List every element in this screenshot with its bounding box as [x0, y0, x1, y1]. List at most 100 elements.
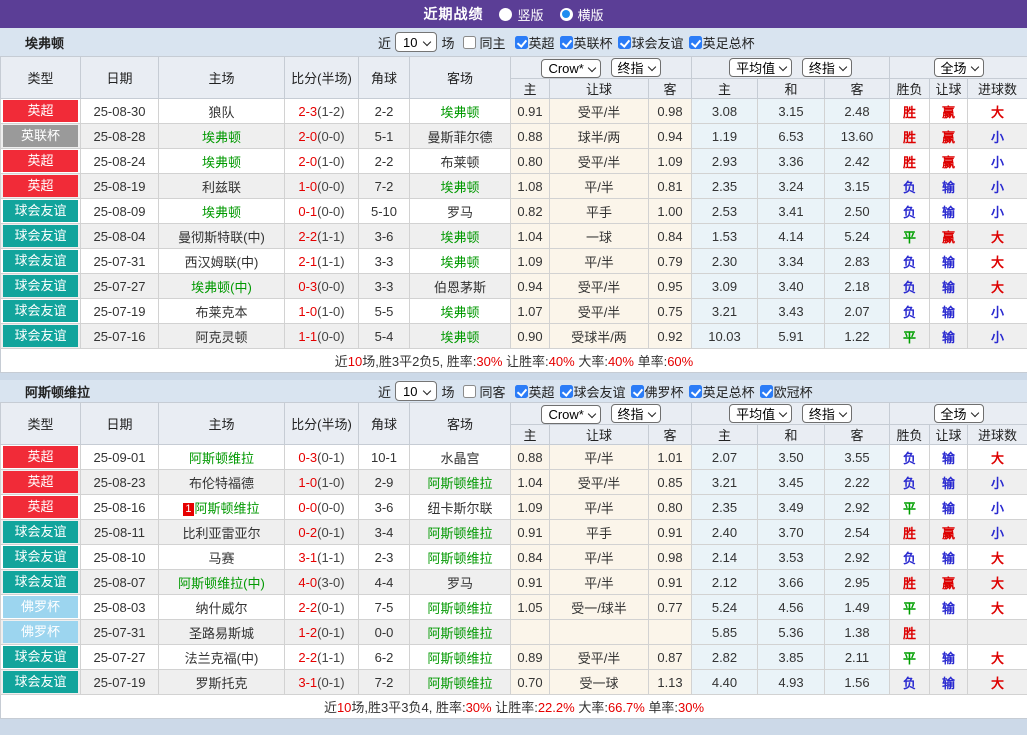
- average-select[interactable]: 平均值: [729, 404, 793, 423]
- filter-controls: 近 10 场 同客 英超 球会友谊 佛罗杯 英足总杯 欧冠杯: [378, 380, 813, 402]
- handicap-odds-type-select[interactable]: 终指: [610, 57, 661, 77]
- subcol-handicap-line: 让球: [549, 424, 649, 445]
- away-team-name: 罗马: [446, 575, 473, 591]
- fulltime-score: 2-0: [298, 128, 318, 144]
- halftime-score: (1-0): [317, 303, 345, 319]
- competition-checkbox[interactable]: [559, 384, 573, 398]
- handicap-away-odds: 0.95: [648, 273, 692, 299]
- competition-checkbox[interactable]: [630, 384, 644, 398]
- subcol-handicap-away: 客: [648, 424, 692, 445]
- result-wdl: 负: [889, 298, 930, 324]
- euro-odds-type-select[interactable]: 终指: [801, 58, 852, 77]
- date-cell: 25-08-04: [80, 223, 159, 249]
- type-cell: 英联杯: [0, 123, 81, 149]
- same-venue-checkbox[interactable]: [462, 384, 476, 398]
- home-team-cell: 阿斯顿维拉: [158, 444, 285, 470]
- away-team-cell: 阿斯顿维拉: [409, 669, 511, 695]
- layout-radio-vertical[interactable]: 竖版: [499, 5, 544, 24]
- competition-filter[interactable]: 英足总杯: [688, 382, 755, 401]
- score-cell: 2-2(1-1): [284, 223, 359, 249]
- home-team-cell: 埃弗顿: [158, 148, 285, 174]
- match-row: 球会友谊 25-07-19 罗斯托克 3-1(0-1) 7-2 阿斯顿维拉 0.70 受一球 1…: [0, 669, 1027, 695]
- match-count-select[interactable]: 10: [395, 381, 438, 401]
- col-date: 日期: [80, 402, 159, 445]
- result-handicap: 输: [929, 544, 968, 570]
- handicap-odds-type-select[interactable]: 终指: [610, 403, 661, 423]
- home-team-name: 阿斯顿维拉: [194, 500, 260, 516]
- results-table: 类型 日期 主场 比分(半场) 角球 客场 Crow* 终指 平均值 终指 全场: [0, 56, 1027, 373]
- handicap-away-odds: 0.98: [648, 98, 692, 124]
- handicap-home-odds: 0.94: [510, 273, 550, 299]
- average-select[interactable]: 平均值: [729, 58, 793, 77]
- competition-checkbox[interactable]: [559, 35, 573, 49]
- chevron-down-icon: [588, 411, 596, 418]
- date-cell: 25-08-24: [80, 148, 159, 174]
- competition-filter[interactable]: 英足总杯: [688, 33, 755, 52]
- competition-filter[interactable]: 欧冠杯: [759, 382, 813, 401]
- competition-filter[interactable]: 球会友谊: [559, 382, 626, 401]
- same-venue-filter[interactable]: 同客: [462, 382, 506, 401]
- team-filter-bar: 埃弗顿 近 10 场 同主 英超 英联杯 球会友谊 英足总杯: [0, 28, 1027, 56]
- same-venue-checkbox[interactable]: [462, 35, 476, 49]
- competition-filter[interactable]: 球会友谊: [617, 33, 684, 52]
- euro-home-odds: 2.30: [691, 248, 758, 274]
- competition-filter[interactable]: 英超: [514, 33, 555, 52]
- competition-checkbox[interactable]: [617, 35, 631, 49]
- euro-away-odds: 3.55: [824, 444, 890, 470]
- radio-icon[interactable]: [499, 7, 513, 21]
- match-row: 佛罗杯 25-07-31 圣路易斯城 1-2(0-1) 0-0 阿斯顿维拉 5.85 5.36…: [0, 619, 1027, 645]
- score-cell: 0-0(0-0): [284, 494, 359, 520]
- away-team-cell: 埃弗顿: [409, 298, 511, 324]
- euro-draw-odds: 3.70: [757, 519, 825, 545]
- chevron-down-icon: [423, 388, 431, 395]
- chevron-down-icon: [648, 410, 656, 417]
- competition-checkbox[interactable]: [514, 384, 528, 398]
- competition-type-badge: 球会友谊: [3, 200, 78, 222]
- euro-group-header: 平均值 终指: [691, 402, 890, 425]
- score-cell: 2-1(1-1): [284, 248, 359, 274]
- home-team-cell: 马赛: [158, 544, 285, 570]
- competition-filter[interactable]: 英联杯: [559, 33, 613, 52]
- competition-checkbox[interactable]: [688, 35, 702, 49]
- bookmaker-select[interactable]: Crow*: [541, 58, 601, 78]
- title-bar: 近期战绩 竖版 横版: [0, 0, 1027, 28]
- result-wdl: 胜: [889, 619, 930, 645]
- corners-cell: 2-2: [358, 148, 410, 174]
- competition-filter[interactable]: 佛罗杯: [630, 382, 684, 401]
- home-team-name: 西汉姆联(中): [184, 254, 259, 270]
- handicap-away-odds: 1.09: [648, 148, 692, 174]
- corners-cell: 5-5: [358, 298, 410, 324]
- handicap-line: [549, 619, 649, 645]
- layout-radio-horizontal[interactable]: 横版: [559, 5, 604, 24]
- competition-filter[interactable]: 英超: [514, 382, 555, 401]
- competition-checkbox[interactable]: [514, 35, 528, 49]
- result-goals: 小: [966, 323, 1027, 349]
- competition-checkbox[interactable]: [759, 384, 773, 398]
- away-team-name: 埃弗顿: [440, 104, 480, 120]
- scope-select[interactable]: 全场: [933, 58, 984, 77]
- bookmaker-select[interactable]: Crow*: [541, 404, 601, 424]
- euro-odds-type-select[interactable]: 终指: [801, 404, 852, 423]
- match-count-select[interactable]: 10: [395, 32, 438, 52]
- competition-type-badge: 英超: [3, 446, 78, 468]
- result-wdl: 胜: [889, 569, 930, 595]
- corners-cell: 4-4: [358, 569, 410, 595]
- scope-select[interactable]: 全场: [933, 404, 984, 423]
- away-team-cell: 阿斯顿维拉: [409, 519, 511, 545]
- corners-cell: 10-1: [358, 444, 410, 470]
- competition-checkbox[interactable]: [688, 384, 702, 398]
- score-cell: 0-3(0-1): [284, 444, 359, 470]
- home-team-cell: 1 阿斯顿维拉: [158, 494, 285, 520]
- same-venue-filter[interactable]: 同主: [462, 33, 506, 52]
- radio-icon[interactable]: [559, 7, 573, 21]
- col-corner: 角球: [358, 402, 410, 445]
- corners-cell: 0-0: [358, 619, 410, 645]
- result-wdl: 胜: [889, 123, 930, 149]
- away-team-name: 埃弗顿: [440, 304, 480, 320]
- euro-away-odds: 2.48: [824, 98, 890, 124]
- date-cell: 25-08-23: [80, 469, 159, 495]
- halftime-score: (0-0): [317, 128, 345, 144]
- competition-filter-group: 英超 球会友谊 佛罗杯 英足总杯 欧冠杯: [510, 382, 813, 401]
- euro-home-odds: 5.24: [691, 594, 758, 620]
- home-team-name: 比利亚雷亚尔: [182, 525, 261, 541]
